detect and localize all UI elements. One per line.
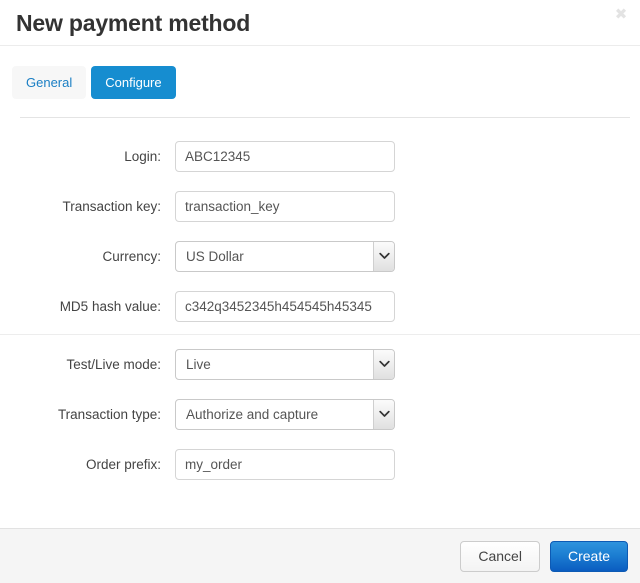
field-row-order-prefix: Order prefix: xyxy=(0,439,640,489)
tab-list: General Configure xyxy=(10,66,640,99)
dialog-header: New payment method ✖ xyxy=(0,0,640,46)
close-icon[interactable]: ✖ xyxy=(612,5,630,23)
new-payment-method-dialog: New payment method ✖ General Configure L… xyxy=(0,0,640,583)
label-test-live-mode: Test/Live mode: xyxy=(66,356,161,372)
create-button[interactable]: Create xyxy=(549,540,628,572)
label-currency: Currency: xyxy=(102,248,161,264)
test-live-mode-select[interactable]: Live xyxy=(175,348,395,380)
md5-hash-input[interactable] xyxy=(175,290,395,322)
currency-select-value[interactable]: US Dollar xyxy=(175,240,395,272)
field-row-transaction-key: Transaction key: xyxy=(0,181,640,231)
transaction-key-input[interactable] xyxy=(175,190,395,222)
tab-configure[interactable]: Configure xyxy=(91,66,176,99)
tab-bar: General Configure xyxy=(0,46,640,118)
label-transaction-type: Transaction type: xyxy=(57,406,161,422)
label-md5-hash: MD5 hash value: xyxy=(59,298,161,314)
chevron-down-icon[interactable] xyxy=(373,399,394,429)
label-login: Login: xyxy=(124,148,161,164)
label-order-prefix: Order prefix: xyxy=(85,456,161,472)
transaction-type-select[interactable]: Authorize and capture xyxy=(175,398,395,430)
configure-form: Login: Transaction key: Currency: US Dol… xyxy=(0,118,640,528)
transaction-type-select-value[interactable]: Authorize and capture xyxy=(175,398,395,430)
label-transaction-key: Transaction key: xyxy=(62,198,161,214)
page-title: New payment method xyxy=(16,10,251,36)
tab-general[interactable]: General xyxy=(12,66,87,99)
login-input[interactable] xyxy=(175,140,395,172)
cancel-button[interactable]: Cancel xyxy=(460,540,540,572)
form-section-divider xyxy=(0,334,640,335)
field-row-currency: Currency: US Dollar xyxy=(0,231,640,281)
currency-select[interactable]: US Dollar xyxy=(175,240,395,272)
field-row-login: Login: xyxy=(0,131,640,181)
field-row-test-live-mode: Test/Live mode: Live xyxy=(0,339,640,389)
chevron-down-icon[interactable] xyxy=(373,349,394,379)
order-prefix-input[interactable] xyxy=(175,448,395,480)
test-live-mode-select-value[interactable]: Live xyxy=(175,348,395,380)
chevron-down-icon[interactable] xyxy=(373,241,394,271)
field-row-md5-hash: MD5 hash value: xyxy=(0,281,640,331)
dialog-footer: Cancel Create xyxy=(0,528,640,583)
field-row-transaction-type: Transaction type: Authorize and capture xyxy=(0,389,640,439)
